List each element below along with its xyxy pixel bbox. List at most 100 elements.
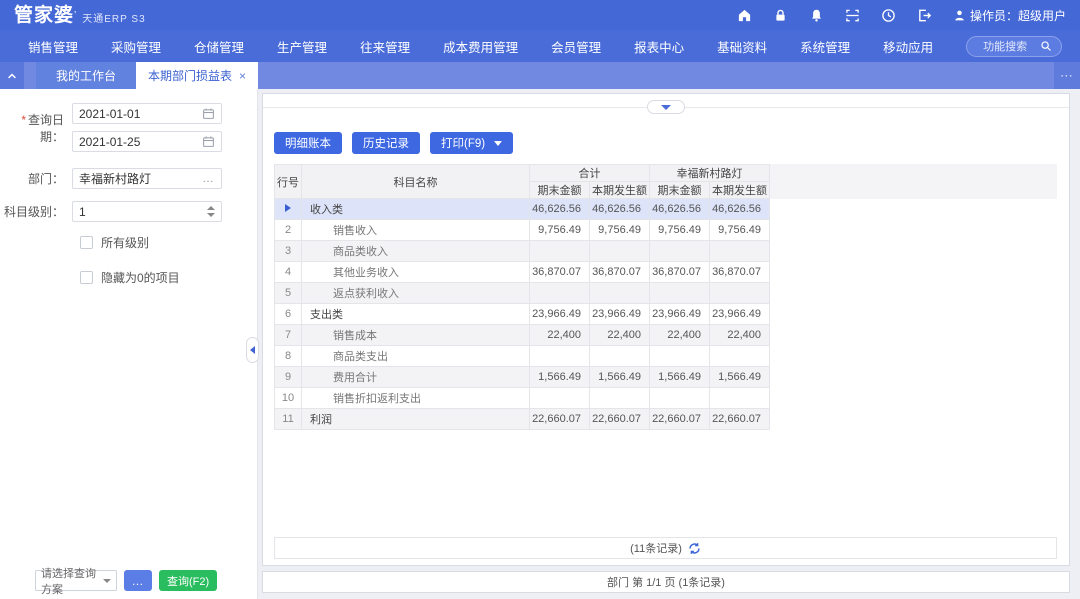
history-button[interactable]: 历史记录 xyxy=(352,132,420,154)
amount-cell xyxy=(590,388,650,409)
more-tabs-button[interactable]: ⋯ xyxy=(1054,62,1080,89)
query-scheme-value: 请选择查询方案 xyxy=(41,565,103,597)
filter-collapse-button[interactable] xyxy=(647,100,685,114)
col-header-period-2[interactable]: 本期发生额 xyxy=(710,182,770,199)
col-group-total[interactable]: 合计 xyxy=(530,165,650,182)
profit-loss-table: 行号 科目名称 合计 幸福新村路灯 期末金额 本期发生额 期末金额 本期发生额 … xyxy=(274,164,770,430)
calendar-icon[interactable] xyxy=(202,135,215,148)
refresh-icon[interactable] xyxy=(688,542,701,555)
hide-zero-label: 隐藏为0的项目 xyxy=(101,269,180,286)
menu-item-mobile[interactable]: 移动应用 xyxy=(883,37,933,56)
col-header-subject[interactable]: 科目名称 xyxy=(302,165,530,199)
table-row[interactable]: 收入类46,626.5646,626.5646,626.5646,626.56 xyxy=(275,199,770,220)
content-area: *查询日期： 部门： 幸福新村路灯 xyxy=(0,89,1080,599)
col-header-period-1[interactable]: 本期发生额 xyxy=(590,182,650,199)
dept-more-button[interactable]: … xyxy=(202,176,215,181)
subject-name-cell: 其他业务收入 xyxy=(302,262,530,283)
amount-cell xyxy=(530,283,590,304)
amount-cell: 46,626.56 xyxy=(710,199,770,220)
table-row[interactable]: 10销售折扣返利支出 xyxy=(275,388,770,409)
operator-info[interactable]: 操作员：超级用户 xyxy=(953,7,1066,24)
table-row[interactable]: 2销售收入9,756.499,756.499,756.499,756.49 xyxy=(275,220,770,241)
function-search-input[interactable]: 功能搜索 xyxy=(966,36,1062,57)
menu-item-reports[interactable]: 报表中心 xyxy=(634,37,684,56)
subject-name-cell: 费用合计 xyxy=(302,367,530,388)
table-row[interactable]: 3商品类收入 xyxy=(275,241,770,262)
date-to-field[interactable] xyxy=(72,131,222,152)
menu-item-cost[interactable]: 成本费用管理 xyxy=(443,37,518,56)
query-button[interactable]: 查询(F2) xyxy=(159,570,217,591)
row-number-cell xyxy=(275,199,302,220)
amount-cell: 22,660.07 xyxy=(710,409,770,430)
col-group-dept[interactable]: 幸福新村路灯 xyxy=(650,165,770,182)
tab-workbench[interactable]: 我的工作台 xyxy=(36,62,136,89)
home-icon[interactable] xyxy=(737,8,752,23)
row-number-cell: 7 xyxy=(275,325,302,346)
required-asterisk: * xyxy=(21,113,26,127)
print-button[interactable]: 打印(F9) xyxy=(430,132,513,154)
menu-item-sales[interactable]: 销售管理 xyxy=(28,37,78,56)
close-tab-icon[interactable]: × xyxy=(239,70,246,82)
amount-cell xyxy=(710,346,770,367)
col-header-ending-1[interactable]: 期末金额 xyxy=(530,182,590,199)
menu-item-members[interactable]: 会员管理 xyxy=(551,37,601,56)
table-row[interactable]: 7销售成本22,40022,40022,40022,400 xyxy=(275,325,770,346)
hide-zero-checkbox-row[interactable]: 隐藏为0的项目 xyxy=(80,269,257,286)
app-product-name: 天通ERP S3 xyxy=(82,10,145,25)
col-header-ending-2[interactable]: 期末金额 xyxy=(650,182,710,199)
lock-icon[interactable] xyxy=(773,8,788,23)
stepper-down-icon[interactable] xyxy=(207,213,215,217)
scheme-more-button[interactable]: … xyxy=(124,570,152,591)
level-input[interactable] xyxy=(79,205,207,219)
tab-dept-profit-report[interactable]: 本期部门损益表 × xyxy=(136,62,258,89)
logout-icon[interactable] xyxy=(917,8,932,23)
table-row[interactable]: 5返点获利收入 xyxy=(275,283,770,304)
hide-zero-checkbox[interactable] xyxy=(80,271,93,284)
menu-item-warehouse[interactable]: 仓储管理 xyxy=(194,37,244,56)
app-logo: 管家婆 xyxy=(14,6,74,25)
level-stepper[interactable] xyxy=(72,201,222,222)
table-row[interactable]: 6支出类23,966.4923,966.4923,966.4923,966.49 xyxy=(275,304,770,325)
detail-ledger-button[interactable]: 明细账本 xyxy=(274,132,342,154)
menu-item-basedata[interactable]: 基础资料 xyxy=(717,37,767,56)
table-row[interactable]: 8商品类支出 xyxy=(275,346,770,367)
tab-active-label: 本期部门损益表 xyxy=(148,67,232,84)
menu-item-production[interactable]: 生产管理 xyxy=(277,37,327,56)
bell-icon[interactable] xyxy=(809,8,824,23)
clock-icon[interactable] xyxy=(881,8,896,23)
collapse-tabs-button[interactable] xyxy=(0,62,24,89)
query-scheme-select[interactable]: 请选择查询方案 xyxy=(35,570,117,591)
all-levels-checkbox-row[interactable]: 所有级别 xyxy=(80,234,257,251)
amount-cell: 22,660.07 xyxy=(530,409,590,430)
search-placeholder: 功能搜索 xyxy=(983,38,1027,54)
panel-spacer xyxy=(263,430,1069,537)
report-panel: 明细账本 历史记录 打印(F9) 行号 科目名称 合计 幸 xyxy=(262,93,1070,566)
table-row[interactable]: 4其他业务收入36,870.0736,870.0736,870.0736,870… xyxy=(275,262,770,283)
table-body: 收入类46,626.5646,626.5646,626.5646,626.562… xyxy=(275,199,770,430)
all-levels-checkbox[interactable] xyxy=(80,236,93,249)
dept-field[interactable]: 幸福新村路灯 … xyxy=(72,168,222,189)
amount-cell xyxy=(650,388,710,409)
stepper-arrows[interactable] xyxy=(207,206,215,217)
menu-item-system[interactable]: 系统管理 xyxy=(800,37,850,56)
chevron-down-icon xyxy=(103,579,111,583)
top-bar: 管家婆 ’ 天通ERP S3 操作员：超级用户 xyxy=(0,0,1080,30)
menu-item-purchase[interactable]: 采购管理 xyxy=(111,37,161,56)
scan-icon[interactable] xyxy=(845,8,860,23)
level-label: 科目级别： xyxy=(0,203,72,220)
stepper-up-icon[interactable] xyxy=(207,206,215,210)
date-from-input[interactable] xyxy=(79,107,202,121)
date-to-input[interactable] xyxy=(79,135,202,149)
date-from-field[interactable] xyxy=(72,103,222,124)
pagination-bar[interactable]: 部门 第 1/1 页 (1条记录) xyxy=(262,571,1070,593)
amount-cell xyxy=(650,346,710,367)
amount-cell xyxy=(530,241,590,262)
panel-collapse-handle[interactable] xyxy=(246,337,259,363)
amount-cell: 23,966.49 xyxy=(650,304,710,325)
menu-item-contacts[interactable]: 往来管理 xyxy=(360,37,410,56)
table-row[interactable]: 11利润22,660.0722,660.0722,660.0722,660.07 xyxy=(275,409,770,430)
calendar-icon[interactable] xyxy=(202,107,215,120)
subject-name-cell: 利润 xyxy=(302,409,530,430)
col-header-row-no[interactable]: 行号 xyxy=(275,165,302,199)
table-row[interactable]: 9费用合计1,566.491,566.491,566.491,566.49 xyxy=(275,367,770,388)
